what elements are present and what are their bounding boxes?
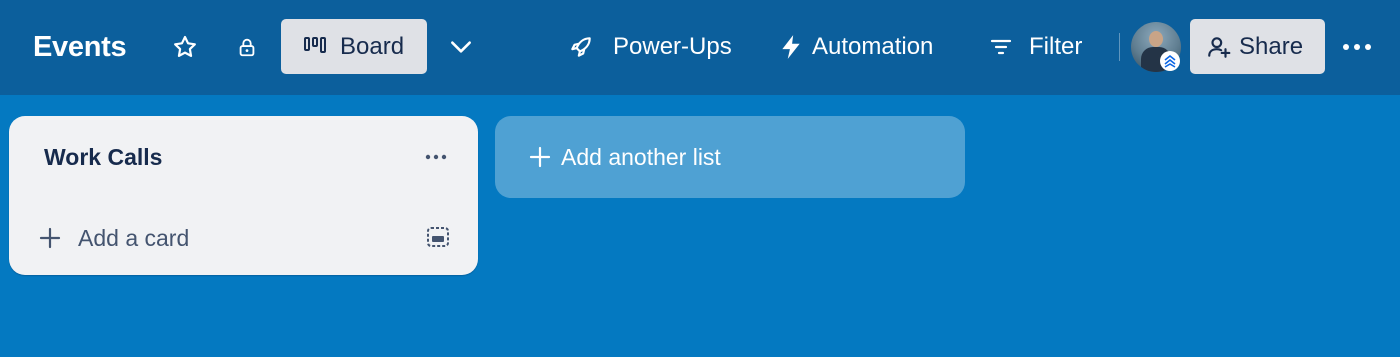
header-divider — [1119, 33, 1120, 61]
add-member-icon — [1208, 37, 1231, 58]
create-from-template-button[interactable] — [425, 225, 455, 251]
filter-icon — [990, 39, 1012, 54]
automation-label: Automation — [812, 32, 934, 60]
add-card-button[interactable]: Add a card — [31, 216, 451, 260]
power-ups-label: Power-Ups — [613, 32, 732, 60]
add-another-list-button[interactable]: Add another list — [495, 116, 965, 198]
add-another-list-label: Add another list — [561, 144, 721, 170]
board-title[interactable]: Events — [33, 28, 127, 66]
board-view-button[interactable]: Board — [281, 19, 427, 74]
template-icon — [427, 227, 449, 247]
list-title[interactable]: Work Calls — [44, 143, 162, 171]
board-header: Events Board Power-Ups Automation Filter… — [0, 0, 1400, 95]
filter-button[interactable]: Filter — [989, 19, 1082, 74]
list-menu-button[interactable] — [423, 143, 451, 171]
share-label: Share — [1239, 33, 1304, 60]
chevron-up-icon — [1164, 54, 1176, 68]
visibility-button[interactable] — [234, 33, 260, 61]
avatar-head — [1149, 31, 1163, 47]
more-icon — [425, 154, 447, 160]
automation-button[interactable]: Automation — [780, 19, 933, 74]
plus-icon — [529, 146, 551, 168]
star-icon — [174, 35, 196, 57]
plus-icon — [39, 227, 61, 249]
list-work-calls: Work Calls Add a card — [9, 116, 478, 275]
lock-icon — [239, 38, 255, 57]
view-switcher-button[interactable] — [444, 30, 478, 64]
add-card-label: Add a card — [78, 225, 190, 251]
chevron-down-icon — [451, 41, 471, 53]
filter-label: Filter — [1029, 32, 1083, 60]
power-ups-button[interactable]: Power-Ups — [568, 19, 732, 74]
lightning-icon — [782, 34, 800, 59]
more-icon — [1343, 44, 1371, 50]
board-menu-button[interactable] — [1337, 30, 1377, 64]
share-button[interactable]: Share — [1190, 19, 1325, 74]
star-button[interactable] — [170, 33, 200, 61]
admin-badge — [1160, 51, 1180, 71]
rocket-icon — [571, 36, 591, 57]
board-view-label: Board — [340, 33, 405, 60]
board-icon — [304, 37, 326, 53]
